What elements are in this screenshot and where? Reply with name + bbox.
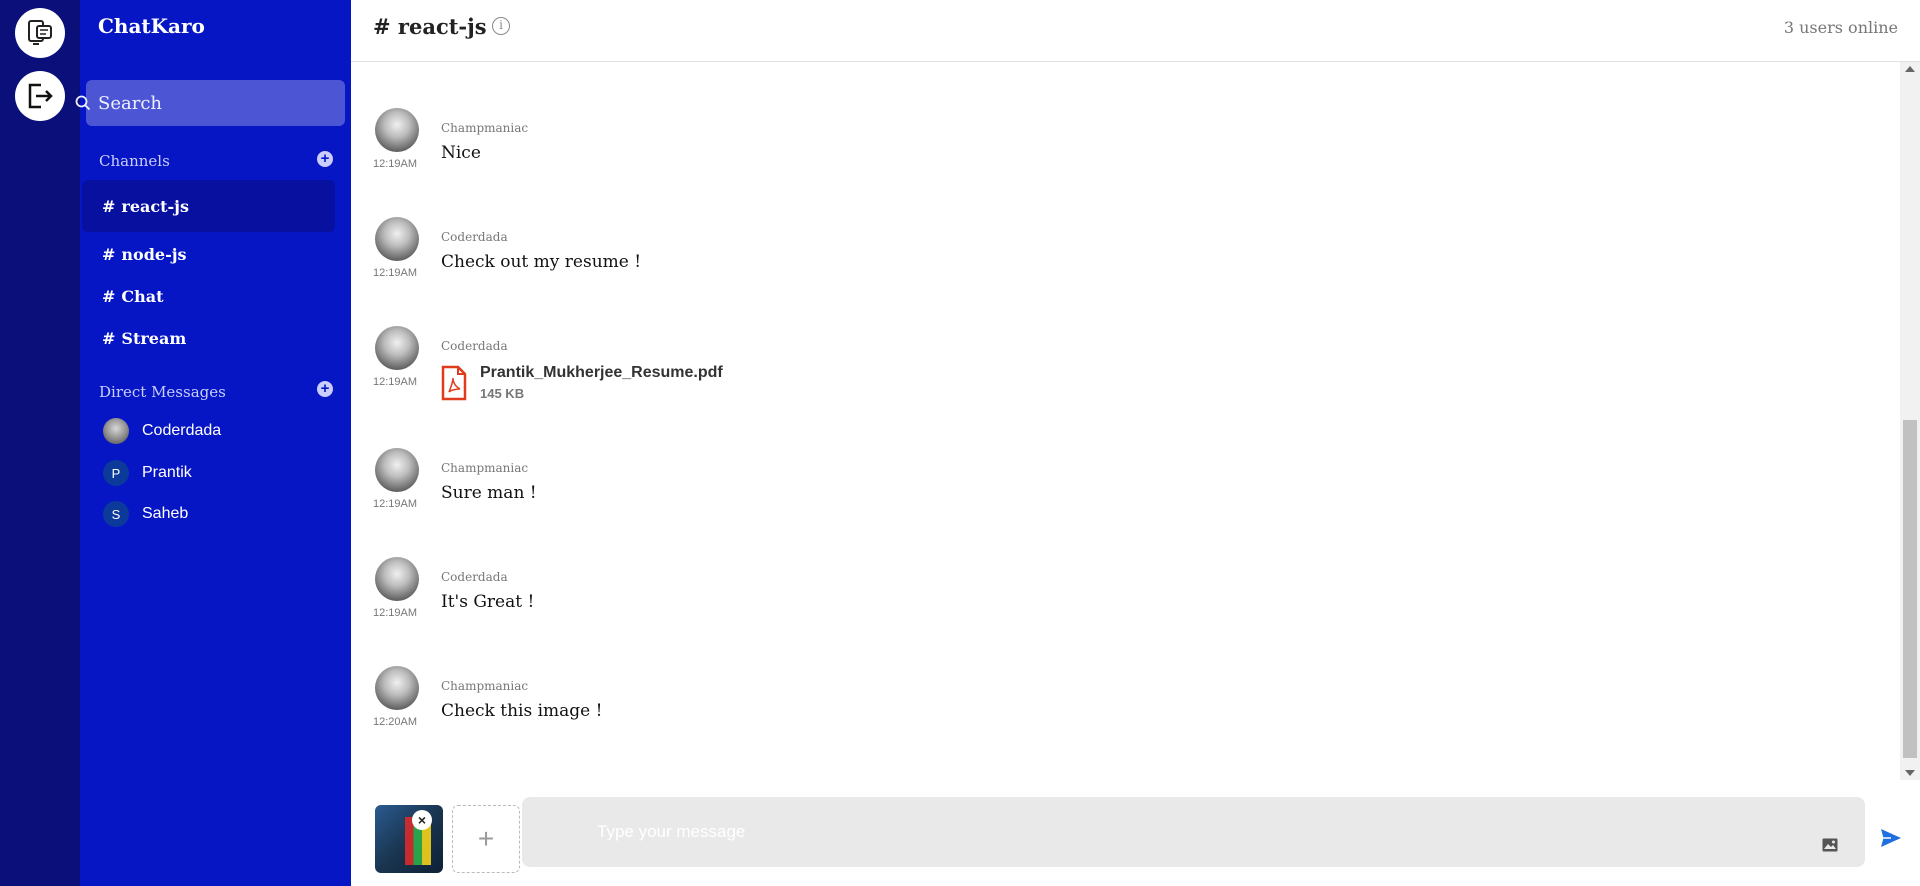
channel-label: node-js xyxy=(121,244,187,264)
scroll-thumb[interactable] xyxy=(1903,420,1917,758)
message-author: Champmaniac xyxy=(441,461,529,475)
channel-label: react-js xyxy=(121,196,189,216)
search-box xyxy=(75,80,345,126)
message-time: 12:19AM xyxy=(373,158,418,170)
direct-messages-title: Direct Messages xyxy=(99,383,226,401)
add-attachment-button[interactable]: + xyxy=(452,805,520,873)
message-author: Coderdada xyxy=(441,570,508,584)
info-icon[interactable]: i xyxy=(492,17,510,35)
channels-title: Channels xyxy=(99,152,170,170)
message-scrollbar[interactable] xyxy=(1900,62,1920,780)
message-item: 12:19AM Coderdada It's Great ! xyxy=(373,557,1773,647)
message-time: 12:20AM xyxy=(373,716,418,728)
avatar xyxy=(375,108,419,152)
remove-attachment-close-icon[interactable]: × xyxy=(412,810,432,830)
message-text: Check out my resume ! xyxy=(441,252,642,272)
message-time: 12:19AM xyxy=(373,267,418,279)
avatar xyxy=(375,557,419,601)
dm-item-coderdada[interactable]: Coderdada xyxy=(103,417,221,445)
sidebar: ChatKaro Channels + # react-js # node-js… xyxy=(75,0,351,886)
message-text: Sure man ! xyxy=(441,483,537,503)
dm-name: Saheb xyxy=(142,505,189,522)
message-item: 12:20AM Champmaniac Check this image ! xyxy=(373,666,1773,756)
message-text: It's Great ! xyxy=(441,592,535,612)
channel-item-chat[interactable]: # Chat xyxy=(82,274,335,318)
message-input[interactable] xyxy=(522,797,1865,867)
scroll-up-arrow-icon[interactable] xyxy=(1905,66,1915,72)
message-text: Nice xyxy=(441,143,481,163)
message-time: 12:19AM xyxy=(373,498,418,510)
dm-name: Prantik xyxy=(142,464,192,481)
dm-item-prantik[interactable]: P Prantik xyxy=(103,459,192,487)
message-text: Check this image ! xyxy=(441,701,603,721)
message-composer: × + xyxy=(351,780,1920,886)
app-name: ChatKaro xyxy=(98,14,205,38)
add-direct-message-button[interactable]: + xyxy=(317,381,333,397)
dm-name: Coderdada xyxy=(142,422,222,439)
avatar: P xyxy=(103,460,129,486)
message-author: Coderdada xyxy=(441,230,508,244)
chat-header: # react-js i 3 users online xyxy=(351,0,1920,62)
avatar xyxy=(375,448,419,492)
message-author: Coderdada xyxy=(441,339,508,353)
file-attachment[interactable]: Prantik_Mukherjee_Resume.pdf 145 KB xyxy=(441,364,723,401)
message-item: 12:19AM Champmaniac Sure man ! xyxy=(373,448,1773,538)
channel-label: Chat xyxy=(121,286,164,306)
app-logo-icon[interactable] xyxy=(15,8,65,58)
pdf-file-icon xyxy=(441,365,467,400)
channel-title: # react-js xyxy=(373,14,487,39)
attached-image-thumbnail[interactable]: × xyxy=(375,805,443,873)
search-icon xyxy=(75,95,91,116)
icon-rail xyxy=(0,0,80,886)
hash-icon: # xyxy=(102,286,116,306)
online-count: 3 users online xyxy=(1783,18,1898,37)
avatar xyxy=(375,326,419,370)
scroll-down-arrow-icon[interactable] xyxy=(1905,770,1915,776)
hash-icon: # xyxy=(102,196,116,216)
dm-item-saheb[interactable]: S Saheb xyxy=(103,500,188,528)
message-author: Champmaniac xyxy=(441,679,529,693)
avatar xyxy=(375,217,419,261)
channel-item-node-js[interactable]: # node-js xyxy=(82,232,335,276)
image-upload-icon[interactable] xyxy=(1822,838,1838,857)
avatar: S xyxy=(103,501,129,527)
message-item: 12:19AM Champmaniac Nice xyxy=(373,108,1773,198)
add-channel-button[interactable]: + xyxy=(317,151,333,167)
logout-icon[interactable] xyxy=(15,71,65,121)
hash-icon: # xyxy=(102,244,116,264)
message-time: 12:19AM xyxy=(373,607,418,619)
hash-icon: # xyxy=(102,328,116,348)
chat-panel: # react-js i 3 users online 12:19AM Cham… xyxy=(351,0,1920,886)
message-author: Champmaniac xyxy=(441,121,529,135)
search-input[interactable] xyxy=(98,80,338,126)
file-size: 145 KB xyxy=(480,386,525,401)
channel-item-stream[interactable]: # Stream xyxy=(82,316,335,360)
message-list: 12:19AM Champmaniac Nice 12:19AM Coderda… xyxy=(351,62,1900,780)
message-item: 12:19AM Coderdada Prantik_Mukherjee_Resu… xyxy=(373,326,1773,416)
send-icon[interactable] xyxy=(1880,828,1902,853)
message-time: 12:19AM xyxy=(373,376,418,388)
avatar xyxy=(375,666,419,710)
file-name: Prantik_Mukherjee_Resume.pdf xyxy=(480,364,723,381)
channel-label: Stream xyxy=(121,328,187,348)
message-item: 12:19AM Coderdada Check out my resume ! xyxy=(373,217,1773,307)
avatar xyxy=(103,418,129,444)
channel-item-react-js[interactable]: # react-js xyxy=(82,180,335,232)
